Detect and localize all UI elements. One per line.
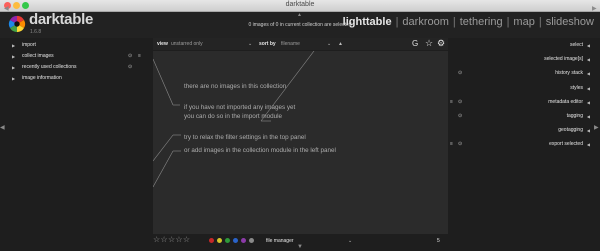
module-label: metadata editor <box>548 98 583 105</box>
right-panel: select ◀ selected image[s] ◀ ⊙ history stack ◀… <box>450 40 590 154</box>
collapse-right-panel-arrow-icon[interactable]: ▶ <box>594 124 599 131</box>
expand-arrow-icon: ▶ <box>12 65 16 70</box>
empty-collection-message: there are no images in this collection <box>184 83 287 90</box>
star-rating-icons[interactable]: ☆☆☆☆☆ <box>153 235 190 244</box>
filter-hint-line-1: try to relax the filter settings in the … <box>184 134 306 141</box>
rating-filter-select[interactable]: unstarred only <box>171 41 203 47</box>
reset-icon[interactable]: ⊙ <box>128 64 132 70</box>
sort-direction-icon[interactable]: ▲ <box>338 41 343 47</box>
left-panel: ▶ import ▶ collect images ⊙ ≡ ▶ recently used c… <box>8 40 148 84</box>
module-label: image information <box>22 75 62 81</box>
color-label-dot[interactable] <box>225 238 230 243</box>
chevron-down-icon[interactable]: ⌄ <box>327 41 331 47</box>
left-module-collect-images[interactable]: ▶ collect images ⊙ ≡ <box>8 51 148 62</box>
color-label-dot[interactable] <box>249 238 254 243</box>
gear-icon[interactable]: ⚙ <box>437 38 445 49</box>
color-label-dot[interactable] <box>209 238 214 243</box>
right-module-export-selected[interactable]: ≡ ⊙ export selected ◀ <box>450 139 590 153</box>
left-module-recently-used-collections[interactable]: ▶ recently used collections ⊙ <box>8 62 148 73</box>
module-label: select <box>569 42 583 48</box>
presets-icon[interactable]: ≡ <box>450 99 453 105</box>
expand-arrow-icon: ◀ <box>586 128 590 134</box>
reset-icon[interactable]: ⊙ <box>458 99 462 105</box>
right-module-metadata-editor[interactable]: ≡ ⊙ metadata editor ◀ <box>450 97 590 111</box>
right-module-tagging[interactable]: ⊙ tagging ◀ <box>450 111 590 125</box>
module-label: selected image[s] <box>544 56 583 63</box>
lighttable-center-view[interactable]: there are no images in this collection i… <box>153 51 448 234</box>
expand-arrow-icon: ◀ <box>586 142 590 148</box>
view-separator: | <box>395 16 399 28</box>
tab-tethering[interactable]: tethering <box>460 16 503 28</box>
bottom-bar: ☆☆☆☆☆ file manager ⌄ 5 <box>153 235 448 246</box>
collapse-top-left-arrow-icon[interactable]: ◀ <box>4 5 9 12</box>
color-label-dot[interactable] <box>217 238 222 243</box>
sort-order-select[interactable]: filename <box>281 41 300 47</box>
right-module-geotagging[interactable]: geotagging ◀ <box>450 125 590 139</box>
right-module-history-stack[interactable]: ⊙ history stack ◀ <box>450 68 590 82</box>
chevron-down-icon[interactable]: ⌄ <box>348 238 352 244</box>
expand-arrow-icon: ◀ <box>586 71 590 77</box>
star-overlay-icon[interactable]: ☆ <box>425 38 433 49</box>
layout-select[interactable]: file manager <box>266 238 294 244</box>
expand-arrow-icon: ◀ <box>586 99 590 105</box>
expand-arrow-icon: ◀ <box>586 57 590 63</box>
app-version: 1.6.8 <box>30 29 42 35</box>
view-switcher: lighttable | darkroom | tethering | map | slides… <box>343 16 594 28</box>
tab-lighttable[interactable]: lighttable <box>343 16 392 28</box>
collapse-left-panel-arrow-icon[interactable]: ◀ <box>0 124 5 131</box>
expand-arrow-icon: ◀ <box>586 43 590 48</box>
hint-arrows <box>153 51 315 188</box>
view-separator: | <box>538 16 542 28</box>
expand-arrow-icon: ▶ <box>12 54 16 59</box>
reset-icon[interactable]: ⊙ <box>128 53 132 59</box>
presets-icon[interactable]: ≡ <box>138 53 141 59</box>
collapse-top-right-arrow-icon[interactable]: ▶ <box>592 5 597 12</box>
filter-bar: view unstarred only ⌄ sort by filename ⌄… <box>153 38 448 50</box>
module-label: styles <box>570 84 583 91</box>
module-label: collect images <box>22 53 54 59</box>
expand-arrow-icon: ▶ <box>12 43 16 48</box>
view-separator: | <box>506 16 510 28</box>
sort-by-label: sort by <box>259 41 276 47</box>
module-label: tagging <box>566 112 583 119</box>
color-label-dot[interactable] <box>241 238 246 243</box>
module-label: export selected <box>549 141 583 148</box>
grouping-button[interactable]: G <box>412 39 418 48</box>
module-label: history stack <box>555 70 583 77</box>
import-hint-line-1: if you have not imported any images yet <box>184 104 296 111</box>
reset-icon[interactable]: ⊙ <box>458 113 462 119</box>
tab-slideshow[interactable]: slideshow <box>546 16 594 28</box>
app-name: darktable <box>29 11 93 28</box>
filter-hint-line-2: or add images in the collection module i… <box>184 147 336 154</box>
expand-arrow-icon: ◀ <box>586 113 590 119</box>
left-module-image-information[interactable]: ▶ image information <box>8 73 148 84</box>
reset-icon[interactable]: ⊙ <box>458 70 462 76</box>
collapse-top-panel-arrow-icon[interactable]: ▲ <box>297 12 302 18</box>
reset-icon[interactable]: ⊙ <box>458 141 462 147</box>
presets-icon[interactable]: ≡ <box>450 141 453 147</box>
chevron-down-icon[interactable]: ⌄ <box>248 41 252 47</box>
view-separator: | <box>452 16 456 28</box>
tab-darkroom[interactable]: darkroom <box>402 16 448 28</box>
module-label: recently used collections <box>22 64 77 70</box>
tab-map[interactable]: map <box>513 16 534 28</box>
darktable-logo-icon <box>8 15 26 33</box>
right-module-styles[interactable]: styles ◀ <box>450 83 590 97</box>
window-title: darktable <box>285 1 315 8</box>
expand-arrow-icon: ◀ <box>586 85 590 91</box>
right-module-selected-image-s-[interactable]: selected image[s] ◀ <box>450 54 590 68</box>
zoom-entry[interactable]: 5 <box>437 238 440 244</box>
import-hint-line-2: you can do so in the import module <box>184 113 283 120</box>
color-label-dot[interactable] <box>233 238 238 243</box>
view-label: view <box>157 41 168 47</box>
left-module-import[interactable]: ▶ import <box>8 40 148 51</box>
expand-arrow-icon: ▶ <box>12 76 16 81</box>
right-module-select[interactable]: select ◀ <box>450 40 590 54</box>
module-label: import <box>22 42 36 48</box>
module-label: geotagging <box>558 127 583 134</box>
